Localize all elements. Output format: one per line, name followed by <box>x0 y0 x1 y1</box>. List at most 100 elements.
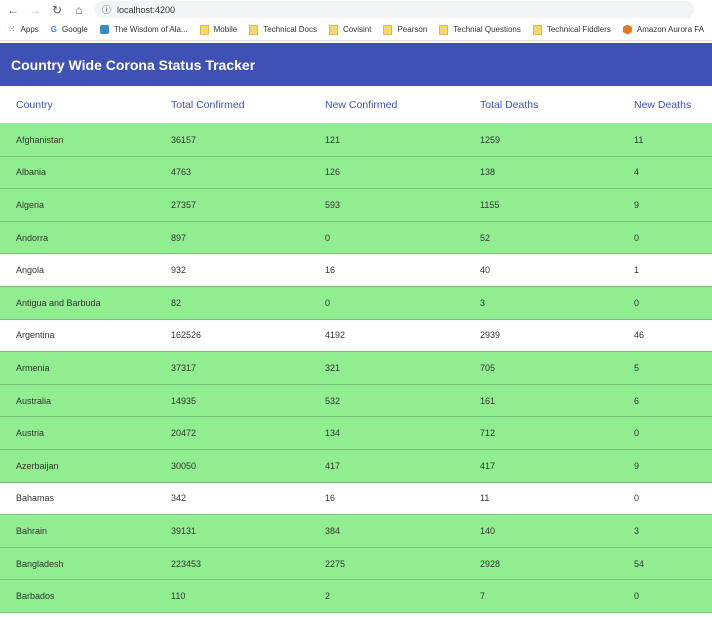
folder-icon <box>249 24 259 35</box>
cell-new-confirmed: 417 <box>325 460 341 471</box>
cell-new-confirmed: 126 <box>325 167 341 178</box>
bookmark-mobile[interactable]: Mobile <box>199 24 238 35</box>
folder-icon <box>532 24 542 35</box>
column-header-total-confirmed[interactable]: Total Confirmed <box>171 99 245 111</box>
folder-icon <box>383 24 393 35</box>
table-row: Angola 932 16 40 1 <box>0 254 712 287</box>
bookmark-amazon-aurora[interactable]: Amazon Aurora FA <box>622 24 704 35</box>
cell-total-confirmed: 932 <box>171 265 187 276</box>
cell-new-confirmed: 532 <box>325 395 341 406</box>
table-row: Afghanistan 36157 121 1259 11 <box>0 124 712 157</box>
cell-total-deaths: 712 <box>480 428 496 439</box>
cell-total-confirmed: 36157 <box>171 134 197 145</box>
table-row: Argentina 162526 4192 2939 46 <box>0 319 712 353</box>
table-row: Bahamas 342 16 11 0 <box>0 482 712 516</box>
aws-icon <box>622 24 632 35</box>
bookmark-label: The Wisdom of Ala... <box>113 25 188 34</box>
cell-total-deaths: 138 <box>480 167 496 178</box>
cell-total-deaths: 1259 <box>480 134 501 145</box>
cell-total-deaths: 3 <box>480 297 486 308</box>
cell-new-deaths: 54 <box>634 558 645 569</box>
cell-new-deaths: 0 <box>634 591 640 602</box>
bookmark-google[interactable]: G Google <box>51 25 88 34</box>
cell-total-confirmed: 39131 <box>171 525 197 536</box>
bookmark-label: Mobile <box>213 25 238 34</box>
folder-icon <box>199 24 209 35</box>
column-header-new-deaths[interactable]: New Deaths <box>634 99 691 111</box>
cell-country: Bahamas <box>16 493 55 504</box>
url-text: localhost:4200 <box>117 4 176 15</box>
cell-country: Armenia <box>16 362 50 373</box>
cell-country: Austria <box>16 428 45 439</box>
bookmark-label: Google <box>62 25 88 34</box>
table-row: Bahrain 39131 384 140 3 <box>0 515 712 548</box>
cell-country: Antigua and Barbuda <box>16 297 101 308</box>
cell-total-deaths: 1155 <box>480 199 500 210</box>
cell-total-deaths: 52 <box>480 232 491 243</box>
cell-total-confirmed: 162526 <box>171 330 202 341</box>
cell-new-deaths: 5 <box>634 362 640 373</box>
cell-new-deaths: 11 <box>634 134 644 145</box>
cell-total-confirmed: 897 <box>171 232 187 243</box>
bookmark-label: Pearson <box>397 25 428 34</box>
table-row: Andorra 897 0 52 0 <box>0 221 712 255</box>
cell-new-deaths: 3 <box>634 525 640 536</box>
google-icon: G <box>50 25 58 34</box>
cell-new-deaths: 0 <box>634 232 640 243</box>
cell-new-deaths: 4 <box>634 167 640 178</box>
cell-new-confirmed: 16 <box>325 493 336 504</box>
cell-new-deaths: 0 <box>634 428 640 439</box>
forward-icon[interactable]: → <box>28 3 42 17</box>
bookmark-label: Technical Docs <box>263 25 318 34</box>
back-icon[interactable]: ← <box>6 3 20 17</box>
bookmark-label: Covisint <box>343 25 372 34</box>
table-row: Albania 4763 126 138 4 <box>0 156 712 190</box>
cell-total-deaths: 705 <box>480 362 496 373</box>
cell-country: Bangladesh <box>16 558 64 569</box>
table-body: Afghanistan 36157 121 1259 11 Albania 4763 126 1… <box>0 124 712 613</box>
cell-new-confirmed: 134 <box>325 428 341 439</box>
cell-total-confirmed: 4763 <box>171 167 192 178</box>
column-header-total-deaths[interactable]: Total Deaths <box>480 99 538 111</box>
table-row: Armenia 37317 321 705 5 <box>0 352 712 385</box>
address-bar[interactable]: ⓘ localhost:4200 <box>94 1 694 18</box>
cell-total-deaths: 11 <box>480 493 490 504</box>
table-row: Barbados 110 2 7 0 <box>0 580 712 613</box>
bookmark-technical-docs[interactable]: Technical Docs <box>249 24 318 35</box>
folder-icon <box>329 24 339 35</box>
status-table: Country Total Confirmed New Confirmed To… <box>0 86 712 613</box>
cell-new-confirmed: 4192 <box>325 330 346 341</box>
cell-country: Albania <box>16 167 47 178</box>
cell-total-deaths: 2939 <box>480 330 501 341</box>
table-row: Austria 20472 134 712 0 <box>0 417 712 450</box>
folder-icon <box>439 24 449 35</box>
bookmark-wisdom[interactable]: The Wisdom of Ala... <box>99 25 188 34</box>
bookmark-pearson[interactable]: Pearson <box>383 24 428 35</box>
home-icon[interactable]: ⌂ <box>72 3 86 17</box>
cell-country: Algeria <box>16 199 45 210</box>
info-icon: ⓘ <box>102 5 112 15</box>
browser-toolbar: ← → ↻ ⌂ ⓘ localhost:4200 <box>0 0 712 19</box>
bookmark-technial-questions[interactable]: Technial Questions <box>439 24 521 35</box>
column-header-country[interactable]: Country <box>16 99 53 111</box>
cell-total-deaths: 161 <box>480 395 496 406</box>
cell-new-deaths: 6 <box>634 395 640 406</box>
cell-total-confirmed: 14935 <box>171 395 197 406</box>
bookmark-covisint[interactable]: Covisint <box>329 24 372 35</box>
cell-country: Argentina <box>16 330 55 341</box>
bookmark-apps[interactable]: ⁙ Apps <box>8 24 39 35</box>
cell-country: Azerbaijan <box>16 460 59 471</box>
cell-total-confirmed: 223453 <box>171 558 202 569</box>
cell-total-confirmed: 27357 <box>171 199 197 210</box>
cell-new-deaths: 46 <box>634 330 645 341</box>
bookmark-label: Apps <box>20 25 39 34</box>
table-row: Antigua and Barbuda 82 0 3 0 <box>0 286 712 320</box>
cell-new-deaths: 9 <box>634 199 640 210</box>
reload-icon[interactable]: ↻ <box>50 3 64 17</box>
app-header: Country Wide Corona Status Tracker <box>0 43 712 86</box>
column-header-new-confirmed[interactable]: New Confirmed <box>325 99 397 111</box>
cell-new-confirmed: 2 <box>325 591 331 602</box>
bookmark-technical-fiddlers[interactable]: Technical Fiddlers <box>532 24 611 35</box>
cell-new-confirmed: 321 <box>325 362 341 373</box>
cell-total-deaths: 140 <box>480 525 496 536</box>
